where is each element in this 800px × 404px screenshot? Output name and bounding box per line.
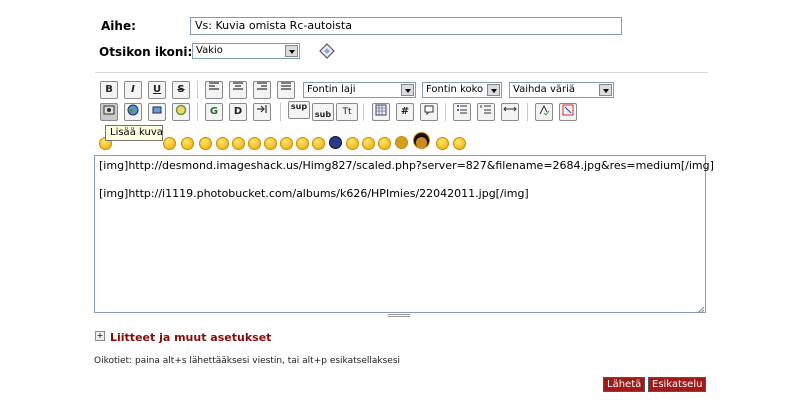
icon-select-value: Vakio (196, 45, 223, 56)
font-family-select-value: Fontin laji (307, 84, 356, 95)
divider (95, 72, 708, 73)
smiley-icon[interactable] (296, 137, 309, 150)
editor-line: [img]http://desmond.imageshack.us/Himg82… (99, 159, 714, 172)
smiley-icon[interactable] (264, 137, 277, 150)
smiley-icon[interactable] (248, 137, 261, 150)
toolbar-separator (280, 103, 281, 121)
align-center-icon (233, 82, 243, 90)
insert-image-tooltip: Lisää kuva (105, 125, 163, 141)
insert-email-button[interactable] (148, 103, 166, 121)
shortcuts-hint: Oikotiet: paina alt+s lähettääksesi vies… (94, 356, 401, 366)
post-icon-preview (319, 43, 335, 59)
subject-label: Aihe: (101, 19, 136, 33)
quote-button[interactable] (420, 103, 438, 121)
attachments-toggle-link[interactable]: Liitteet ja muut asetukset (110, 331, 271, 344)
afro-smiley-icon[interactable] (413, 132, 430, 149)
horizontal-rule-button[interactable] (501, 103, 519, 121)
toolbar-separator (445, 103, 446, 121)
align-left-button[interactable] (205, 81, 223, 99)
toolbar-separator (197, 81, 198, 99)
font-family-select[interactable]: Fontin laji (303, 82, 416, 98)
google-search-button[interactable]: G (205, 103, 223, 121)
image-icon (103, 105, 115, 115)
smiley-icon[interactable] (453, 137, 466, 150)
chevron-down-icon (487, 84, 500, 96)
align-right-icon (257, 82, 267, 90)
indent-icon (257, 105, 267, 113)
align-center-button[interactable] (229, 81, 247, 99)
editor-resize-handle[interactable] (388, 314, 410, 317)
code-button[interactable]: # (396, 103, 414, 121)
smiley-icon[interactable] (378, 137, 391, 150)
insert-attachment-button[interactable] (172, 103, 190, 121)
subject-input[interactable]: Vs: Kuvia omista Rc-autoista (190, 17, 622, 35)
remove-format-icon (562, 104, 574, 116)
attachment-icon (175, 104, 187, 116)
font-size-select-value: Fontin koko (426, 84, 484, 95)
submit-button[interactable]: Lähetä (603, 377, 646, 392)
horizontal-rule-icon (503, 106, 517, 112)
smiley-icon[interactable] (436, 137, 449, 150)
resize-grip-icon[interactable] (697, 304, 705, 314)
bold-button[interactable]: B (100, 81, 118, 99)
justify-button[interactable] (277, 81, 295, 99)
smiley-icon[interactable] (199, 137, 212, 150)
bullet-list-icon (457, 105, 467, 114)
align-left-icon (209, 82, 219, 90)
devil-smiley-icon[interactable] (395, 136, 408, 149)
indent-button[interactable] (253, 103, 271, 121)
subscript-button[interactable]: sub (312, 103, 334, 121)
icon-select[interactable]: Vakio (192, 43, 300, 59)
smiley-icon[interactable] (346, 137, 359, 150)
smiley-icon[interactable] (216, 137, 229, 150)
color-select[interactable]: Vaihda väriä (509, 82, 614, 98)
email-icon (152, 106, 162, 114)
globe-icon (127, 104, 139, 116)
chevron-down-icon (599, 84, 612, 96)
expand-icon[interactable]: + (95, 331, 105, 341)
strike-button[interactable]: S (172, 81, 190, 99)
wiki-button[interactable]: D (229, 103, 247, 121)
table-button[interactable] (372, 103, 390, 121)
smiley-icon[interactable] (280, 137, 293, 150)
chevron-down-icon (285, 45, 298, 57)
numbered-list-icon (480, 105, 491, 114)
numbered-list-button[interactable] (477, 103, 495, 121)
editor-line: [img]http://i1119.photobucket.com/albums… (99, 187, 529, 200)
preview-button[interactable]: Esikatselu (648, 377, 707, 392)
font-transform-button[interactable]: Tt (336, 103, 358, 121)
toolbar-separator (197, 103, 198, 121)
smiley-icon[interactable] (181, 137, 194, 150)
insert-link-button[interactable] (124, 103, 142, 121)
message-editor[interactable]: [img]http://desmond.imageshack.us/Himg82… (94, 155, 714, 313)
chevron-down-icon (401, 84, 414, 96)
spellcheck-button[interactable] (535, 103, 553, 121)
toolbar-separator (527, 103, 528, 121)
toolbar-separator (363, 103, 364, 121)
police-smiley-icon[interactable] (329, 136, 342, 149)
remove-format-button[interactable] (559, 103, 577, 121)
smiley-icon[interactable] (312, 137, 325, 150)
insert-image-button[interactable] (100, 103, 118, 121)
color-select-value: Vaihda väriä (513, 84, 576, 95)
align-right-button[interactable] (253, 81, 271, 99)
bullet-list-button[interactable] (453, 103, 471, 121)
smiley-icon[interactable] (232, 137, 245, 150)
superscript-button[interactable]: sup (288, 101, 310, 119)
quote-icon (424, 105, 434, 116)
spellcheck-icon (539, 104, 550, 116)
smiley-icon[interactable] (362, 137, 375, 150)
font-size-select[interactable]: Fontin koko (422, 82, 502, 98)
smiley-icon[interactable] (163, 137, 176, 150)
italic-button[interactable]: I (124, 81, 142, 99)
icon-label: Otsikon ikoni: (99, 45, 193, 59)
underline-button[interactable]: U (148, 81, 166, 99)
justify-icon (281, 82, 291, 90)
table-icon (375, 104, 387, 116)
